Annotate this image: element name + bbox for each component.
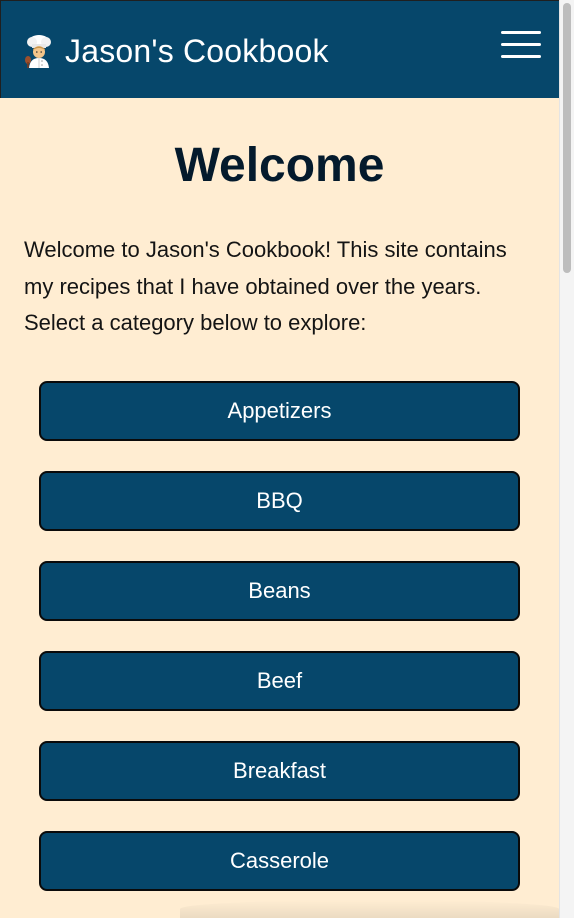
list-item: Beans [39,561,520,621]
list-item: Casserole [39,831,520,891]
category-button-bbq[interactable]: BBQ [39,471,520,531]
scrollbar-thumb[interactable] [563,3,571,273]
list-item: Beef [39,651,520,711]
site-brand[interactable]: Jason's Cookbook [23,31,329,71]
category-button-breakfast[interactable]: Breakfast [39,741,520,801]
top-navigation-bar: Jason's Cookbook [0,0,559,98]
category-button-beef[interactable]: Beef [39,651,520,711]
category-button-appetizers[interactable]: Appetizers [39,381,520,441]
page: Jason's Cookbook Welcome Welcome to Jaso… [0,0,559,918]
bottom-fade-shadow [180,900,559,918]
list-item: BBQ [39,471,520,531]
hamburger-menu-button[interactable] [501,29,541,61]
vertical-scrollbar[interactable] [559,0,574,918]
list-item: Appetizers [39,381,520,441]
category-button-casserole[interactable]: Casserole [39,831,520,891]
chef-icon [23,34,55,68]
category-button-beans[interactable]: Beans [39,561,520,621]
category-list: Appetizers BBQ Beans Beef Breakfast Cass… [39,381,520,918]
intro-paragraph: Welcome to Jason's Cookbook! This site c… [24,237,507,335]
site-title: Jason's Cookbook [65,33,329,69]
list-item: Breakfast [39,741,520,801]
page-title: Welcome [174,139,385,192]
